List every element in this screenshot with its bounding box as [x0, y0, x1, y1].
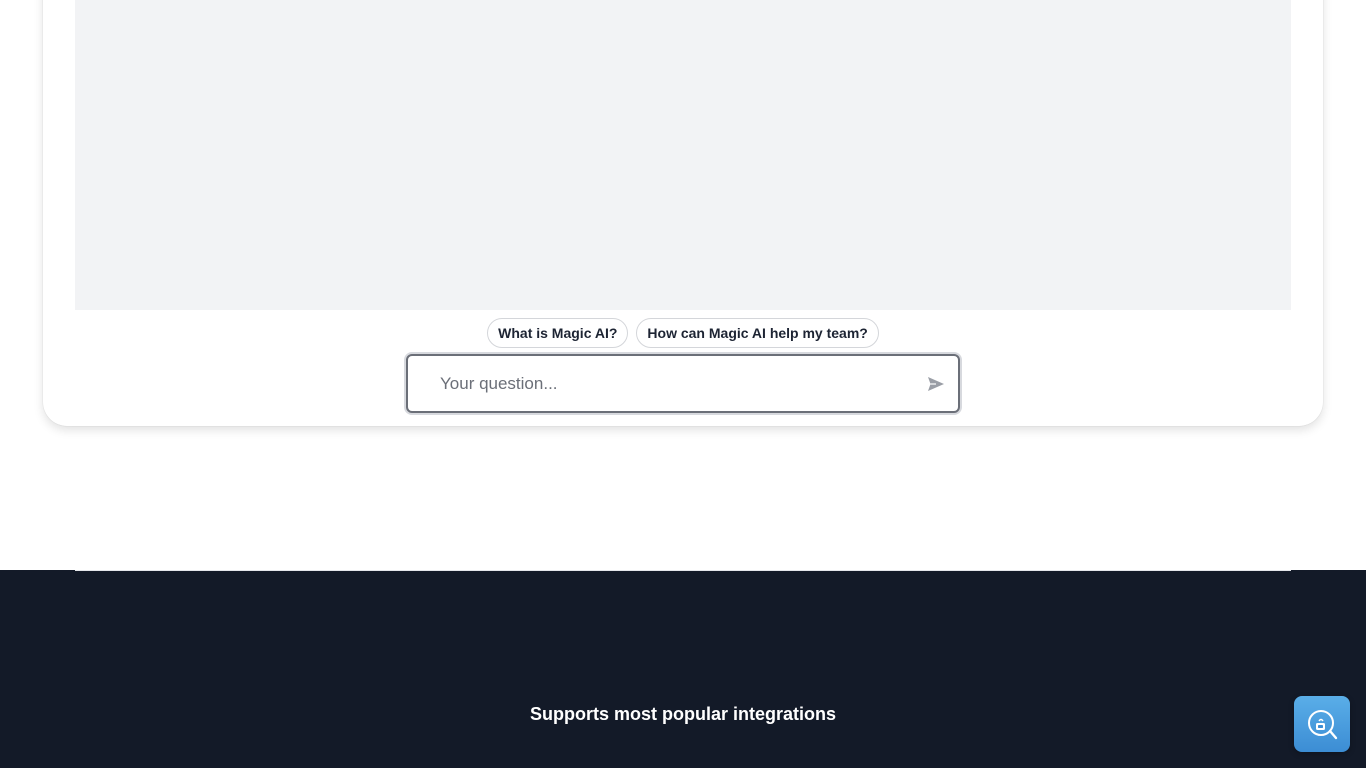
suggestion-what-is-magic-ai[interactable]: What is Magic AI?: [487, 318, 629, 348]
chat-widget-button[interactable]: [1294, 696, 1350, 752]
chat-card: What is Magic AI? How can Magic AI help …: [43, 0, 1323, 426]
suggestion-list: What is Magic AI? How can Magic AI help …: [43, 318, 1323, 348]
integrations-section: Supports most popular integrations: [0, 570, 1366, 768]
integrations-heading: Supports most popular integrations: [529, 704, 836, 724]
send-button[interactable]: [922, 370, 950, 398]
chat-support-icon: [1308, 710, 1338, 740]
question-box: [406, 354, 960, 413]
question-input[interactable]: [408, 356, 958, 411]
page: What is Magic AI? How can Magic AI help …: [0, 0, 1366, 768]
chat-messages-area: [75, 0, 1291, 310]
section-divider: [75, 570, 1291, 571]
send-icon: [928, 377, 944, 391]
suggestion-help-my-team[interactable]: How can Magic AI help my team?: [636, 318, 879, 348]
